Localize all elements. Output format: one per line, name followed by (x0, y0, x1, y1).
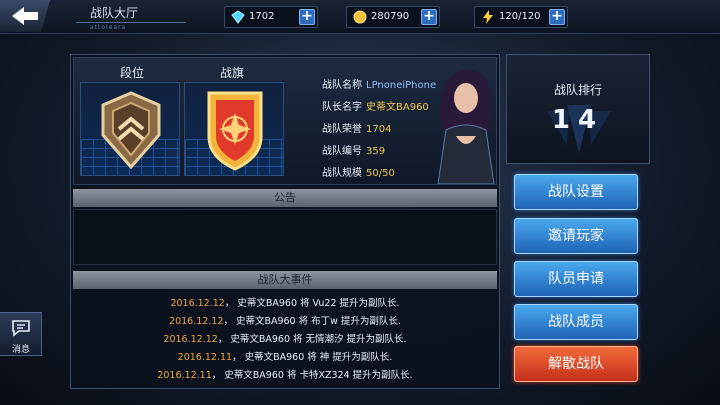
invite-player-button[interactable]: 邀请玩家 (514, 218, 638, 254)
page-subtitle: attoleara (90, 24, 127, 31)
energy-counter: 120/120 + (474, 6, 568, 28)
flag-label: 战旗 (220, 66, 245, 80)
notice-body (73, 209, 497, 265)
stat-team-id: 战队编号 359 (322, 146, 386, 157)
add-energy-button[interactable]: + (549, 9, 565, 25)
stat-honor: 战队荣誉 1704 (322, 124, 392, 135)
top-bar: 战队大厅 attoleara 1702 + 280790 + 120/120 + (0, 0, 720, 34)
diamond-counter: 1702 + (224, 6, 318, 28)
energy-bolt-icon (483, 10, 493, 24)
messages-label: 消息 (11, 345, 30, 355)
event-row: 2016.12.12， 史蒂文BA960 将 布丁w 提升为副队长. (169, 316, 401, 327)
gold-value: 280790 (371, 11, 410, 22)
gold-counter: 280790 + (346, 6, 440, 28)
notice-header: 公告 (73, 189, 497, 207)
ranking-value: 14 (551, 105, 605, 135)
rank-badge-icon (101, 91, 161, 170)
events-header: 战队大事件 (73, 271, 497, 289)
diamond-icon (231, 10, 245, 24)
events-list: 2016.12.12， 史蒂文BA960 将 Vu22 提升为副队长. 2016… (73, 291, 497, 385)
chat-bubble-icon (12, 320, 30, 337)
title-block: 战队大厅 attoleara (68, 2, 188, 32)
back-arrow-icon (12, 7, 38, 25)
back-button[interactable] (0, 0, 50, 32)
character-portrait (437, 69, 495, 184)
add-diamond-button[interactable]: + (299, 9, 315, 25)
team-flag[interactable] (184, 82, 284, 176)
stat-team-size: 战队规模 50/50 (322, 168, 395, 179)
add-gold-button[interactable]: + (421, 9, 437, 25)
event-row: 2016.12.11， 史蒂文BA960 将 卡特XZ324 提升为副队长. (157, 370, 413, 381)
ranking-title: 战队排行 (553, 83, 602, 97)
page-title: 战队大厅 (90, 6, 139, 20)
stat-team-name: 战队名称 LPnoneiPhone (322, 80, 437, 91)
member-applications-button[interactable]: 队员申请 (514, 261, 638, 297)
title-underline (76, 22, 186, 23)
gold-coin-icon (353, 10, 367, 24)
team-settings-button[interactable]: 战队设置 (514, 174, 638, 210)
stat-captain: 队长名字 史蒂文BA960 (322, 102, 429, 113)
team-profile: 段位 战旗 战队名称 LPnoneiPhone 队长名字 史蒂文BA960 战队… (73, 57, 497, 185)
event-row: 2016.12.11， 史蒂文BA960 将 神 提升为副队长. (177, 352, 393, 363)
energy-value: 120/120 (499, 11, 541, 22)
ranking-panel[interactable]: 战队排行 14 (506, 54, 650, 164)
team-members-button[interactable]: 战队成员 (514, 304, 638, 340)
event-row: 2016.12.12， 史蒂文BA960 将 无情潮汐 提升为副队长. (163, 334, 407, 345)
messages-tab[interactable]: 消息 (0, 312, 42, 356)
team-info-panel: 段位 战旗 战队名称 LPnoneiPhone 队长名字 史蒂文BA960 战队… (70, 54, 500, 389)
flag-shield-icon (207, 91, 263, 171)
disband-team-button[interactable]: 解散战队 (514, 346, 638, 382)
rank-label: 段位 (120, 66, 145, 80)
rank-emblem[interactable] (80, 82, 180, 176)
diamond-value: 1702 (249, 11, 275, 22)
event-row: 2016.12.12， 史蒂文BA960 将 Vu22 提升为副队长. (170, 298, 400, 309)
